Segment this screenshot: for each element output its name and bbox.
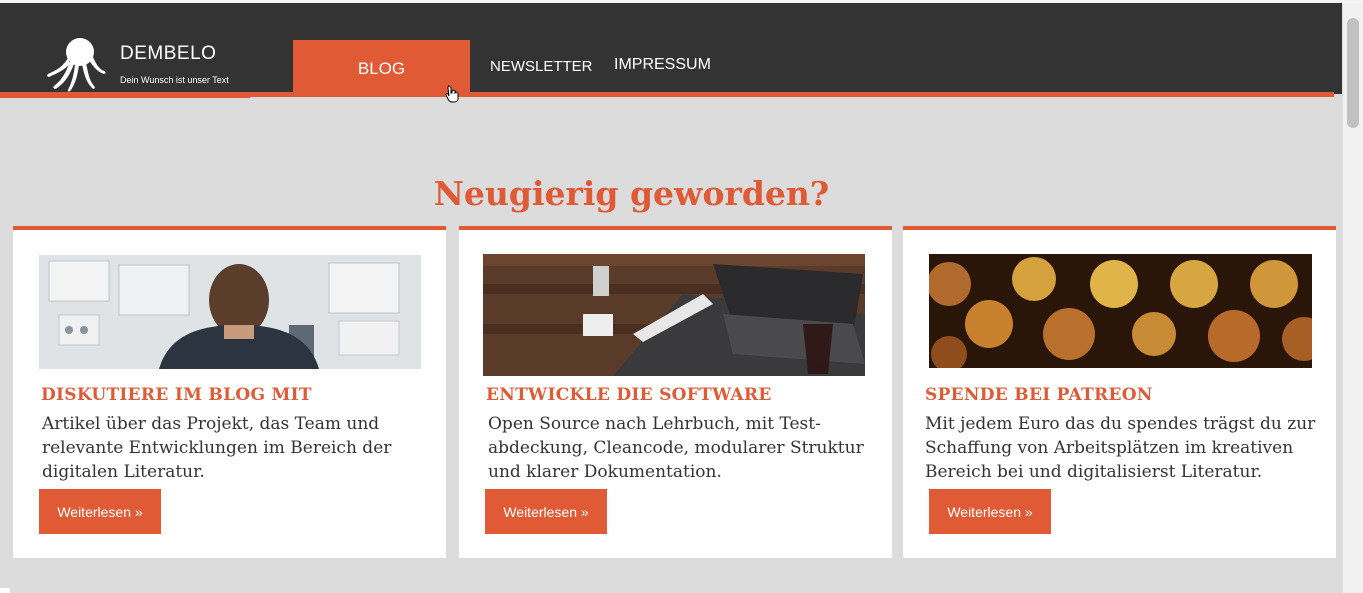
laptops-table-image	[483, 254, 865, 376]
brand-name: DEMBELO	[120, 43, 217, 64]
card-text: Open Source nach Lehrbuch, mit Test-abde…	[488, 414, 864, 482]
site-logo[interactable]: DEMBELO Dein Wunsch ist unser Text	[38, 34, 250, 92]
octopus-logo-icon	[47, 38, 106, 92]
read-more-button[interactable]: Weiterlesen »	[39, 489, 161, 534]
card-software: ENTWICKLE DIE SOFTWARE Open Source nach …	[459, 226, 892, 558]
office-whiteboard-image	[39, 255, 421, 369]
card-text: Mit jedem Euro das du spendes trägst du …	[925, 414, 1316, 482]
page-corner	[0, 588, 10, 593]
nav-item-newsletter[interactable]: NEWSLETTER	[490, 58, 593, 75]
card-text: Artikel über das Projekt, das Team und r…	[42, 414, 392, 482]
hand-cursor-icon	[445, 85, 459, 103]
card-patreon: SPENDE BEI PATREON Mit jedem Euro das du…	[903, 226, 1336, 558]
scrollbar-thumb[interactable]	[1347, 18, 1359, 128]
nav-item-impressum[interactable]: IMPRESSUM	[614, 56, 711, 74]
coins-image	[929, 254, 1312, 368]
page-headline: Neugierig geworden?	[433, 174, 830, 213]
read-more-button[interactable]: Weiterlesen »	[929, 489, 1051, 534]
card-title: DISKUTIERE IM BLOG MIT	[41, 385, 312, 405]
card-blog: DISKUTIERE IM BLOG MIT Artikel über das …	[13, 226, 446, 558]
brand-tagline: Dein Wunsch ist unser Text	[120, 75, 229, 85]
card-title: SPENDE BEI PATREON	[925, 385, 1153, 405]
logo-underline	[0, 92, 250, 98]
read-more-button[interactable]: Weiterlesen »	[485, 489, 607, 534]
card-title: ENTWICKLE DIE SOFTWARE	[486, 385, 772, 405]
